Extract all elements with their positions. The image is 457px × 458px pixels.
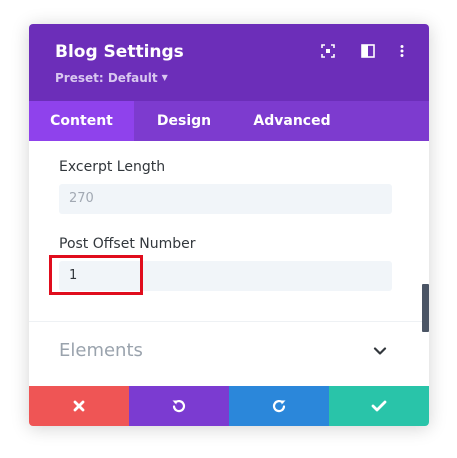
tab-advanced[interactable]: Advanced — [234, 101, 350, 141]
modal-header: Blog Settings Preset: Default ▼ — [29, 24, 429, 101]
close-icon — [73, 400, 85, 412]
modal-title: Blog Settings — [55, 42, 184, 62]
tab-design[interactable]: Design — [134, 101, 234, 141]
modal-footer — [29, 386, 429, 426]
post-offset-number-label: Post Offset Number — [59, 236, 196, 252]
elements-section-toggle[interactable]: Elements — [59, 340, 143, 361]
blog-settings-modal: Blog Settings Preset: Default ▼ Content D… — [29, 24, 429, 426]
undo-icon — [172, 400, 186, 413]
preset-dropdown[interactable]: Preset: Default ▼ — [55, 71, 168, 85]
excerpt-length-label: Excerpt Length — [59, 159, 166, 175]
chevron-down-icon[interactable] — [373, 344, 387, 358]
check-icon — [371, 400, 387, 412]
preset-label: Preset: Default — [55, 71, 158, 85]
scrollbar-thumb[interactable] — [422, 284, 429, 332]
more-options-icon[interactable] — [395, 44, 409, 58]
settings-content: Excerpt Length 270 Post Offset Number 1 … — [29, 141, 429, 386]
redo-button[interactable] — [229, 386, 329, 426]
caret-down-icon: ▼ — [161, 73, 168, 82]
undo-button[interactable] — [129, 386, 229, 426]
sidebar-toggle-icon[interactable] — [361, 44, 375, 58]
section-divider — [29, 321, 429, 322]
redo-icon — [272, 400, 286, 413]
excerpt-length-input[interactable]: 270 — [59, 184, 392, 214]
tab-content[interactable]: Content — [29, 101, 134, 141]
tab-bar: Content Design Advanced — [29, 101, 429, 141]
highlight-box — [49, 255, 143, 295]
expand-icon[interactable] — [321, 44, 335, 58]
cancel-button[interactable] — [29, 386, 129, 426]
save-button[interactable] — [329, 386, 429, 426]
